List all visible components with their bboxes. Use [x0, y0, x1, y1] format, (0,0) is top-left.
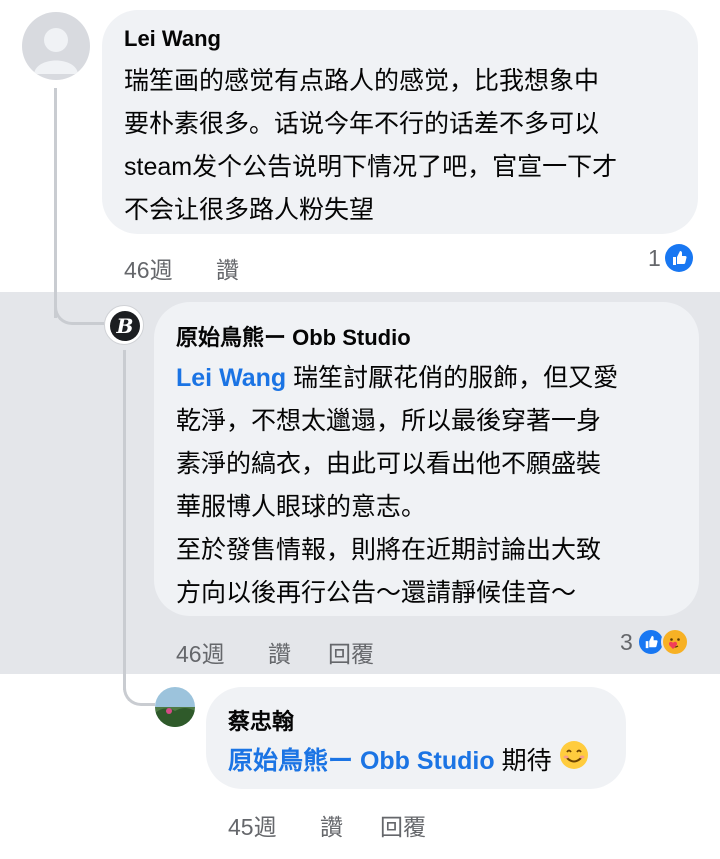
reply-actions: 46週 讚 回覆: [176, 635, 374, 669]
thread-line: [54, 88, 57, 318]
thread-line-curve: [123, 686, 155, 706]
reaction-count: 3: [620, 628, 633, 655]
reply-line: 方向以後再行公告～還請靜候佳音～: [176, 579, 577, 607]
svg-text:B: B: [116, 314, 134, 338]
reply-text: 原始鳥熊ー Obb Studio 期待: [228, 740, 589, 784]
comment-line: steam发个公告说明下情况了吧，官宣一下才: [124, 153, 618, 181]
comment-author[interactable]: Lei Wang: [124, 26, 221, 52]
like-button[interactable]: 讚: [320, 808, 380, 842]
reaction-summary[interactable]: 3: [620, 628, 689, 656]
reply-line: 華服博人眼球的意志。: [176, 493, 427, 521]
timestamp[interactable]: 45週: [228, 808, 320, 842]
reply-actions: 45週 讚 回覆: [228, 808, 426, 842]
care-reaction-icon: [660, 628, 689, 656]
reply-line: 期待: [494, 747, 552, 775]
avatar[interactable]: B: [104, 305, 144, 345]
reply-button[interactable]: 回覆: [328, 635, 374, 669]
smiling-face-emoji-icon: [559, 740, 589, 784]
avatar[interactable]: [22, 12, 90, 80]
reaction-summary[interactable]: 1: [648, 244, 693, 272]
thread-line-curve: [54, 305, 104, 325]
avatar[interactable]: [155, 687, 195, 727]
thumbs-up-icon: [664, 244, 693, 272]
comment-line: 瑞笙画的感觉有点路人的感觉，比我想象中: [124, 67, 600, 95]
reply-line: 素淨的縞衣，由此可以看出他不願盛裝: [176, 450, 602, 478]
reaction-count: 1: [648, 244, 661, 271]
timestamp[interactable]: 46週: [124, 251, 216, 285]
reply-text: Lei Wang 瑞笙討厭花俏的服飾，但又愛 乾淨，不想太邋遢，所以最後穿著一身…: [176, 357, 618, 615]
timestamp[interactable]: 46週: [176, 635, 268, 669]
mention-link[interactable]: Lei Wang: [176, 364, 286, 392]
comment-line: 要朴素很多。话说今年不行的话差不多可以: [124, 110, 600, 138]
reply-line: 至於發售情報，則將在近期討論出大致: [176, 536, 602, 564]
reply-line: 瑞笙討厭花俏的服飾，但又愛: [286, 364, 619, 392]
reply-author[interactable]: 原始鳥熊ー Obb Studio: [176, 320, 411, 352]
comment-text: 瑞笙画的感觉有点路人的感觉，比我想象中 要朴素很多。话说今年不行的话差不多可以 …: [124, 60, 617, 232]
mention-link[interactable]: 原始鳥熊ー Obb Studio: [228, 747, 495, 775]
like-button[interactable]: 讚: [216, 251, 239, 285]
reply-author[interactable]: 蔡忠翰: [228, 704, 294, 736]
comment-line: 不会让很多路人粉失望: [124, 196, 375, 224]
thread-line: [123, 350, 126, 690]
reply-line: 乾淨，不想太邋遢，所以最後穿著一身: [176, 407, 602, 435]
like-button[interactable]: 讚: [268, 635, 328, 669]
reply-button[interactable]: 回覆: [380, 808, 426, 842]
comment-actions: 46週 讚: [124, 251, 239, 285]
